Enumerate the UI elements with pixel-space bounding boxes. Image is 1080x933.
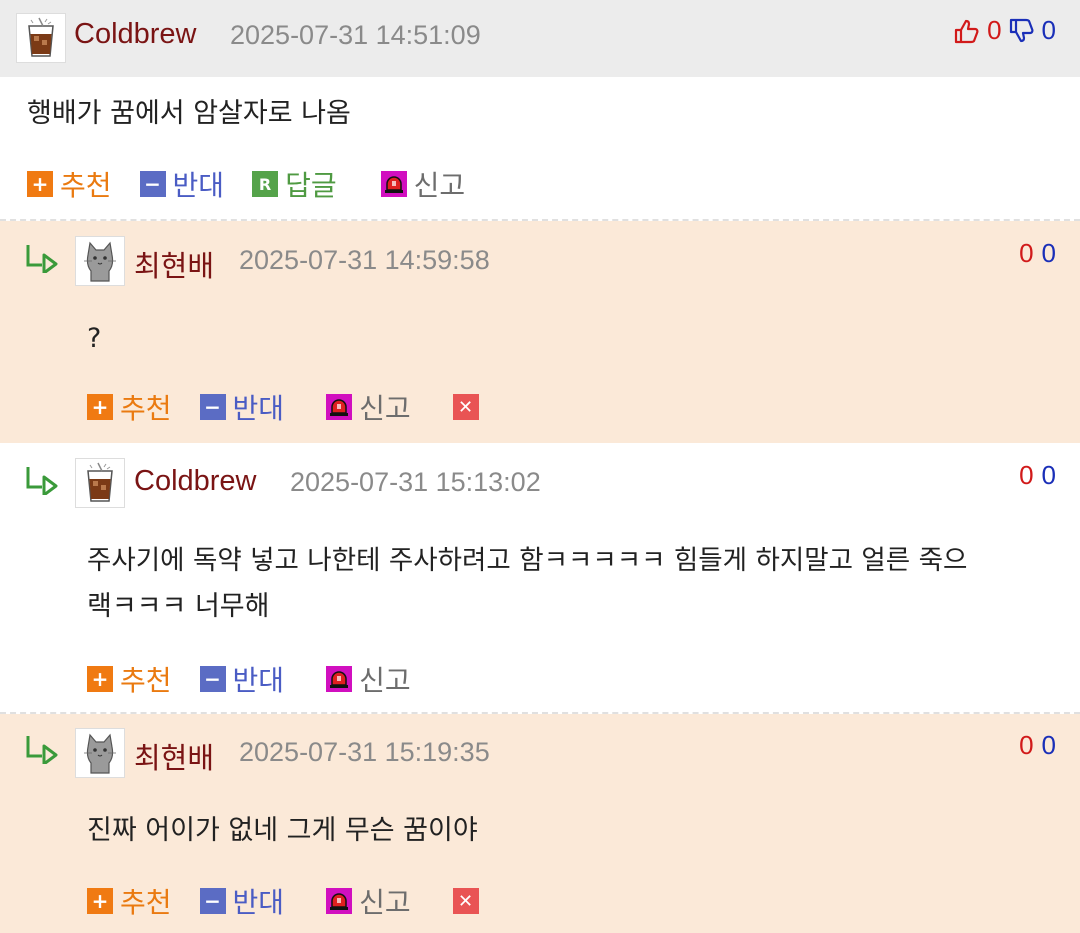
oppose-button[interactable]: − 반대	[139, 164, 225, 204]
comment-timestamp: 2025-07-31 14:51:09	[230, 20, 481, 50]
report-label: 신고	[359, 886, 411, 919]
comment-actions: + 추천 − 반대 R 답글 신고	[27, 164, 493, 204]
reply-item: 최현배 2025-07-31 14:59:58 0 0 ? + 추천 − 반대 …	[0, 221, 1080, 443]
vote-counts: 0 0	[1019, 460, 1056, 491]
thumbs-up-icon[interactable]	[953, 17, 981, 45]
comment-timestamp: 2025-07-31 14:59:58	[239, 245, 490, 275]
recommend-label: 추천	[120, 392, 172, 425]
delete-button[interactable]: ✕	[452, 394, 479, 420]
comment-text: 진짜 어이가 없네 그게 무슨 꿈이야	[87, 815, 478, 846]
minus-icon: −	[199, 666, 226, 692]
author-nickname[interactable]: 최현배	[134, 735, 214, 777]
siren-icon	[326, 394, 353, 420]
comment-actions: + 추천 − 반대 신고 ✕	[87, 387, 507, 427]
plus-icon: +	[27, 171, 53, 197]
gray-cat-icon	[76, 237, 124, 285]
up-count: 0	[987, 15, 1002, 45]
reply-button[interactable]: R 답글	[252, 164, 337, 204]
recommend-button[interactable]: + 추천	[87, 659, 172, 699]
oppose-label: 반대	[232, 886, 285, 919]
oppose-button[interactable]: − 반대	[199, 881, 285, 921]
oppose-button[interactable]: − 반대	[199, 659, 285, 699]
comment-text-line: 주사기에 독약 넣고 나한테 주사하려고 함ㅋㅋㅋㅋㅋ 힘들게 하지말고 얼른 …	[87, 545, 968, 576]
up-count: 0	[1019, 730, 1034, 760]
author-nickname[interactable]: Coldbrew	[134, 465, 257, 498]
recommend-label: 추천	[60, 169, 112, 202]
plus-icon: +	[87, 666, 113, 692]
plus-icon: +	[87, 394, 113, 420]
reply-r-icon: R	[252, 171, 279, 197]
iced-coffee-icon	[76, 459, 124, 507]
report-label: 신고	[413, 169, 466, 202]
avatar[interactable]	[75, 728, 125, 778]
siren-icon	[380, 171, 407, 197]
iced-coffee-icon	[17, 14, 65, 62]
recommend-label: 추천	[120, 664, 172, 697]
up-count: 0	[1019, 238, 1034, 268]
down-count: 0	[1041, 15, 1056, 45]
close-icon: ✕	[452, 394, 479, 420]
recommend-button[interactable]: + 추천	[87, 387, 172, 427]
comment-timestamp: 2025-07-31 15:13:02	[290, 467, 541, 497]
down-count: 0	[1041, 730, 1056, 760]
comment-header: Coldbrew 2025-07-31 14:51:09 0 0	[0, 0, 1080, 77]
author-nickname[interactable]: 최현배	[134, 243, 214, 285]
minus-icon: −	[139, 171, 166, 197]
recommend-button[interactable]: + 추천	[27, 164, 112, 204]
recommend-label: 추천	[120, 886, 172, 919]
vote-counts: 0 0	[1019, 238, 1056, 269]
report-button[interactable]: 신고	[380, 164, 466, 204]
reply-arrow-icon	[26, 736, 58, 764]
siren-icon	[326, 666, 353, 692]
reply-item: 최현배 2025-07-31 15:19:35 0 0 진짜 어이가 없네 그게…	[0, 714, 1080, 933]
avatar[interactable]	[16, 13, 66, 63]
report-button[interactable]: 신고	[326, 659, 411, 699]
oppose-button[interactable]: − 반대	[199, 387, 285, 427]
recommend-button[interactable]: + 추천	[87, 881, 172, 921]
author-nickname[interactable]: Coldbrew	[74, 18, 197, 51]
oppose-label: 반대	[232, 664, 285, 697]
siren-icon	[326, 888, 353, 914]
reply-arrow-icon	[26, 467, 58, 495]
thumbs-down-icon[interactable]	[1008, 17, 1036, 45]
plus-icon: +	[87, 888, 113, 914]
comment-text-line: 랙ㅋㅋㅋ 너무해	[87, 591, 270, 622]
oppose-label: 반대	[172, 169, 225, 202]
reply-arrow-icon	[26, 245, 58, 273]
report-label: 신고	[359, 392, 411, 425]
comment-text: 행배가 꿈에서 암살자로 나옴	[27, 98, 351, 129]
vote-counts: 0 0	[953, 15, 1056, 46]
comment-actions: + 추천 − 반대 신고	[87, 659, 439, 699]
reply-item: Coldbrew 2025-07-31 15:13:02 0 0 주사기에 독약…	[0, 443, 1080, 713]
down-count: 0	[1041, 238, 1056, 268]
report-button[interactable]: 신고	[326, 387, 411, 427]
report-button[interactable]: 신고	[326, 881, 411, 921]
comment-text: ?	[87, 323, 102, 354]
delete-button[interactable]: ✕	[452, 888, 479, 914]
avatar[interactable]	[75, 236, 125, 286]
down-count: 0	[1041, 460, 1056, 490]
close-icon: ✕	[452, 888, 479, 914]
minus-icon: −	[199, 394, 226, 420]
gray-cat-icon	[76, 729, 124, 777]
report-label: 신고	[359, 664, 411, 697]
oppose-label: 반대	[232, 392, 285, 425]
minus-icon: −	[199, 888, 226, 914]
avatar[interactable]	[75, 458, 125, 508]
up-count: 0	[1019, 460, 1034, 490]
vote-counts: 0 0	[1019, 730, 1056, 761]
comment-timestamp: 2025-07-31 15:19:35	[239, 737, 490, 767]
comment-actions: + 추천 − 반대 신고 ✕	[87, 881, 507, 921]
reply-label: 답글	[285, 169, 337, 202]
